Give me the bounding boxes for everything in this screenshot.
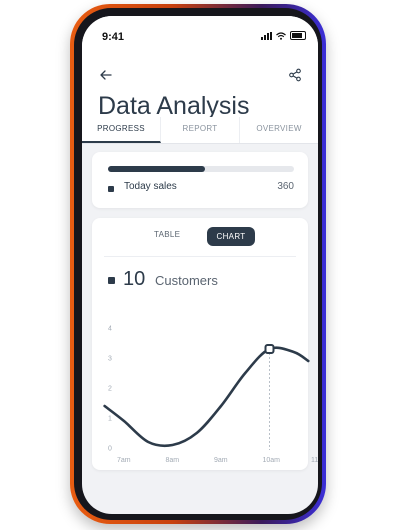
signal-icon (261, 31, 272, 40)
x-tick-label: 9am (214, 457, 228, 464)
progress-card: Today sales 360 (92, 152, 308, 208)
back-arrow-icon[interactable] (99, 68, 113, 82)
today-sales-value: 360 (277, 181, 294, 192)
tab-progress[interactable]: PROGRESS (82, 117, 161, 143)
tab-report[interactable]: REPORT (161, 117, 240, 143)
battery-icon (290, 31, 306, 40)
tab-overview[interactable]: OVERVIEW (240, 117, 318, 143)
y-tick-label: 3 (108, 356, 112, 363)
metric-value: 10 (123, 268, 146, 290)
divider (104, 256, 296, 257)
x-tick-label: 7am (117, 457, 131, 464)
y-tick-label: 1 (108, 416, 112, 423)
customers-series-line (103, 346, 310, 448)
progress-fill (108, 166, 205, 172)
metric-label: Customers (155, 273, 218, 288)
x-tick-label: 10am (263, 457, 281, 464)
status-icons (261, 31, 306, 40)
table-toggle-button[interactable]: TABLE (154, 230, 180, 239)
tab-bar: PROGRESS REPORT OVERVIEW (82, 117, 318, 144)
y-tick-label: 2 (108, 386, 112, 393)
y-tick-label: 4 (108, 326, 112, 333)
x-tick-label: 11am (311, 457, 318, 464)
today-sales-label: Today sales (124, 181, 177, 192)
line-chart: 0 1 2 3 4 7am 8am 9am 10am 11am (103, 326, 318, 464)
legend-square-icon (108, 186, 114, 192)
y-tick-label: 0 (108, 446, 112, 453)
status-bar: 9:41 (82, 16, 318, 56)
status-time: 9:41 (102, 31, 125, 43)
highlight-point-marker (264, 344, 275, 354)
wifi-icon (276, 31, 286, 40)
phone-screen: 9:41 Data Analysis PROGRESS REPORT OVERV… (82, 16, 318, 514)
share-icon[interactable] (288, 68, 302, 82)
x-tick-label: 8am (166, 457, 180, 464)
chart-toggle-button[interactable]: CHART (207, 227, 255, 246)
metric-square-icon (108, 277, 115, 284)
progress-bar (108, 166, 294, 172)
